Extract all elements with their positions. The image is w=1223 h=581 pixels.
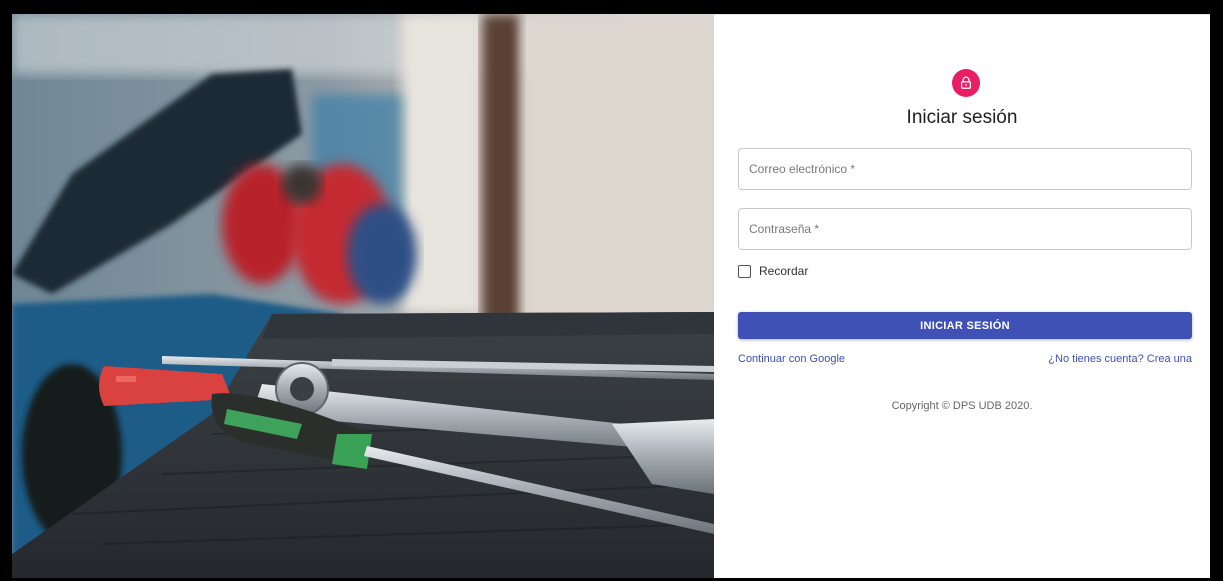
password-input[interactable] [739,209,1191,249]
login-page: Iniciar sesión Recordar INICIAR SESIÓN C… [12,14,1210,578]
workshop-photo [12,14,714,578]
google-login-link[interactable]: Continuar con Google [738,353,845,365]
email-field[interactable] [738,148,1192,190]
email-input[interactable] [739,149,1191,189]
lock-icon [960,76,972,89]
page-title: Iniciar sesión [906,107,1018,128]
login-panel: Iniciar sesión Recordar INICIAR SESIÓN C… [714,14,1210,578]
signup-link[interactable]: ¿No tienes cuenta? Crea una [1048,353,1192,365]
remember-checkbox[interactable]: Recordar [738,264,808,278]
lock-avatar [952,69,980,97]
password-field[interactable] [738,208,1192,250]
checkbox-box[interactable] [738,264,751,278]
remember-label: Recordar [759,264,809,278]
copyright-text: Copyright © DPS UDB 2020. [891,400,1033,412]
login-button[interactable]: INICIAR SESIÓN [738,312,1192,339]
hero-image [12,14,714,578]
